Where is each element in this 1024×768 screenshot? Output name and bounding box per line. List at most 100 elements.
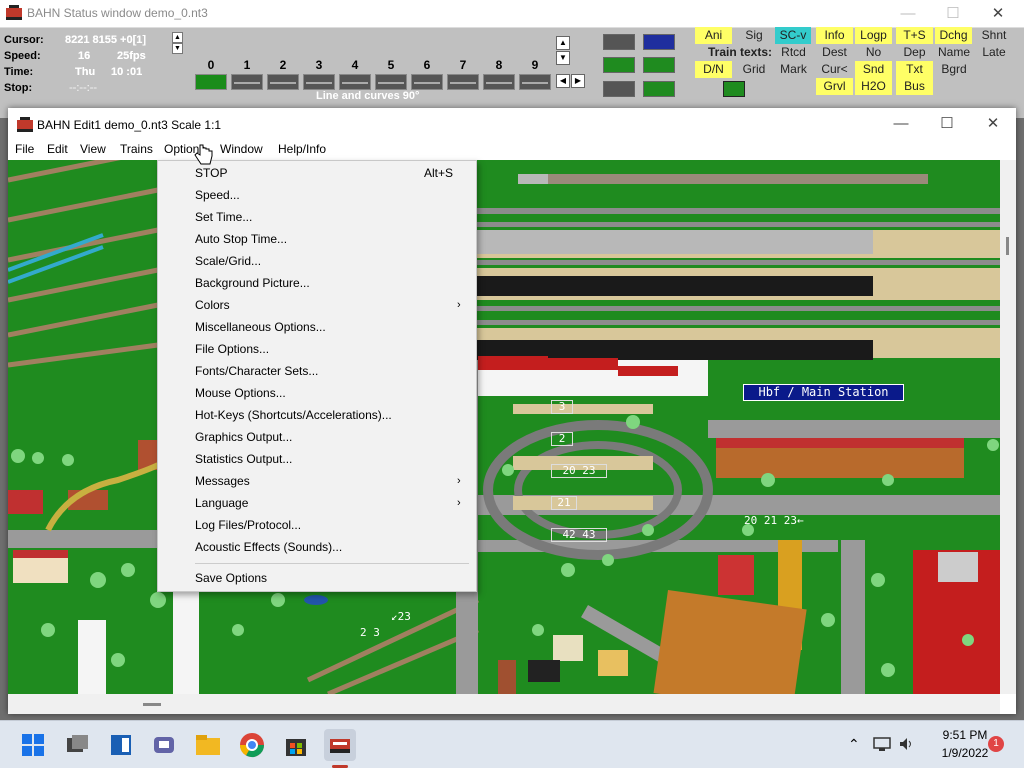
menu-item-scale-grid[interactable]: Scale/Grid...: [158, 250, 476, 272]
menu-item-log-files[interactable]: Log Files/Protocol...: [158, 514, 476, 536]
toggle-bus-button[interactable]: Bus: [896, 78, 933, 95]
minimize-button[interactable]: —: [885, 0, 931, 28]
track-type-button[interactable]: [375, 74, 407, 90]
toggle-ani-button[interactable]: Ani: [695, 27, 732, 44]
menu-item-mouse-options[interactable]: Mouse Options...: [158, 382, 476, 404]
editor-titlebar[interactable]: BAHN Edit1 demo_0.nt3 Scale 1:1 — ☐ ✕: [8, 108, 1016, 140]
menu-item-fonts[interactable]: Fonts/Character Sets...: [158, 360, 476, 382]
track-type-button[interactable]: [267, 74, 299, 90]
menu-item-speed[interactable]: Speed...: [158, 184, 476, 206]
menu-item-graphics-output[interactable]: Graphics Output...: [158, 426, 476, 448]
toggle-cur-button[interactable]: Cur<: [816, 61, 853, 78]
digit-label: 1: [243, 58, 251, 72]
file-explorer-icon[interactable]: [192, 729, 224, 761]
chevron-up-icon[interactable]: ⌃: [848, 736, 860, 753]
menu-item-hot-keys[interactable]: Hot-Keys (Shortcuts/Accelerations)...: [158, 404, 476, 426]
toggle-late-button[interactable]: Late: [975, 44, 1013, 61]
toggle-scv-button[interactable]: SC-v: [775, 27, 811, 44]
editor-close-button[interactable]: ✕: [970, 110, 1016, 138]
toggle-mark-button[interactable]: Mark: [775, 61, 812, 78]
menu-item-messages[interactable]: Messages ›: [158, 470, 476, 492]
toggle-no-button[interactable]: No: [855, 44, 892, 61]
bahn-icon[interactable]: [324, 729, 356, 761]
track-type-button[interactable]: [195, 74, 227, 90]
task-view-icon[interactable]: [61, 729, 93, 761]
track-type-button[interactable]: [339, 74, 371, 90]
scroll-left-icon[interactable]: ◀: [556, 74, 570, 88]
toggle-shnt-button[interactable]: Shnt: [975, 27, 1013, 44]
menu-item-statistics-output[interactable]: Statistics Output...: [158, 448, 476, 470]
menu-item-file-options[interactable]: File Options...: [158, 338, 476, 360]
chat-icon[interactable]: [148, 729, 180, 761]
menu-view[interactable]: View: [80, 142, 106, 156]
scroll-up-icon[interactable]: ▲: [556, 36, 570, 50]
toggle-snd-button[interactable]: Snd: [855, 61, 892, 78]
toggle-txt-button[interactable]: Txt: [896, 61, 933, 78]
menu-file[interactable]: File: [15, 142, 34, 156]
store-icon[interactable]: [280, 729, 312, 761]
toggle-logp-button[interactable]: Logp: [855, 27, 892, 44]
toggle-dchg-button[interactable]: Dchg: [935, 27, 972, 44]
toggle-ts-button[interactable]: T+S: [896, 27, 933, 44]
train-icon[interactable]: [723, 81, 745, 97]
volume-icon[interactable]: [898, 736, 916, 752]
tree-swatch[interactable]: [643, 57, 675, 73]
menu-item-label: Mouse Options...: [195, 386, 286, 400]
toggle-name-button[interactable]: Name: [935, 44, 973, 61]
layer-swatch[interactable]: [603, 81, 635, 97]
chrome-icon[interactable]: [236, 729, 268, 761]
notification-badge[interactable]: 1: [988, 736, 1004, 752]
editor-minimize-button[interactable]: —: [878, 110, 924, 138]
layer-swatch[interactable]: [603, 57, 635, 73]
spin-down-icon[interactable]: ▼: [172, 43, 183, 54]
status-window-titlebar[interactable]: BAHN Status window demo_0.nt3 — ☐ ✕: [0, 0, 1024, 28]
layer-swatch[interactable]: [603, 34, 635, 50]
menu-help-info[interactable]: Help/Info: [278, 142, 326, 156]
horizontal-scrollbar[interactable]: [8, 694, 1000, 714]
menu-item-auto-stop-time[interactable]: Auto Stop Time...: [158, 228, 476, 250]
network-icon[interactable]: [873, 736, 891, 752]
scroll-right-icon[interactable]: ▶: [571, 74, 585, 88]
maximize-button[interactable]: ☐: [930, 0, 976, 28]
menu-item-set-time[interactable]: Set Time...: [158, 206, 476, 228]
vertical-scrollbar[interactable]: [1000, 160, 1016, 694]
layer-swatch[interactable]: [643, 34, 675, 50]
scrollbar-thumb[interactable]: [1006, 237, 1009, 255]
toggle-h2o-button[interactable]: H2O: [855, 78, 892, 95]
toggle-dn-button[interactable]: D/N: [695, 61, 732, 78]
clock-time[interactable]: 9:51 PM: [935, 728, 995, 742]
track-type-button[interactable]: [447, 74, 479, 90]
toggle-grvl-button[interactable]: Grvl: [816, 78, 853, 95]
menu-item-misc-options[interactable]: Miscellaneous Options...: [158, 316, 476, 338]
toggle-bgrd-button[interactable]: Bgrd: [935, 61, 973, 78]
track-type-button[interactable]: [519, 74, 551, 90]
close-button[interactable]: ✕: [975, 0, 1021, 28]
clock-date[interactable]: 1/9/2022: [935, 746, 995, 760]
toggle-sig-button[interactable]: Sig: [736, 27, 772, 44]
menu-item-colors[interactable]: Colors ›: [158, 294, 476, 316]
track-type-button[interactable]: [303, 74, 335, 90]
menu-item-language[interactable]: Language ›: [158, 492, 476, 514]
editor-maximize-button[interactable]: ☐: [924, 110, 970, 138]
track-type-button[interactable]: [411, 74, 443, 90]
scroll-down-icon[interactable]: ▼: [556, 51, 570, 65]
menu-window[interactable]: Window: [220, 142, 263, 156]
menu-item-save-options[interactable]: Save Options: [158, 567, 476, 589]
toggle-info-button[interactable]: Info: [816, 27, 853, 44]
toggle-grid-button[interactable]: Grid: [736, 61, 772, 78]
menu-item-acoustic-effects[interactable]: Acoustic Effects (Sounds)...: [158, 536, 476, 558]
menu-item-label: Set Time...: [195, 210, 253, 224]
menu-trains[interactable]: Trains: [120, 142, 153, 156]
toggle-dep-button[interactable]: Dep: [896, 44, 933, 61]
spin-up-icon[interactable]: ▲: [172, 32, 183, 43]
track-type-button[interactable]: [231, 74, 263, 90]
scrollbar-thumb[interactable]: [143, 703, 161, 706]
menu-item-background-picture[interactable]: Background Picture...: [158, 272, 476, 294]
start-icon[interactable]: [17, 729, 49, 761]
menu-edit[interactable]: Edit: [47, 142, 68, 156]
track-type-button[interactable]: [483, 74, 515, 90]
widgets-icon[interactable]: [105, 729, 137, 761]
building-swatch[interactable]: [643, 81, 675, 97]
toggle-rtcd-button[interactable]: Rtcd: [775, 44, 812, 61]
toggle-dest-button[interactable]: Dest: [816, 44, 853, 61]
